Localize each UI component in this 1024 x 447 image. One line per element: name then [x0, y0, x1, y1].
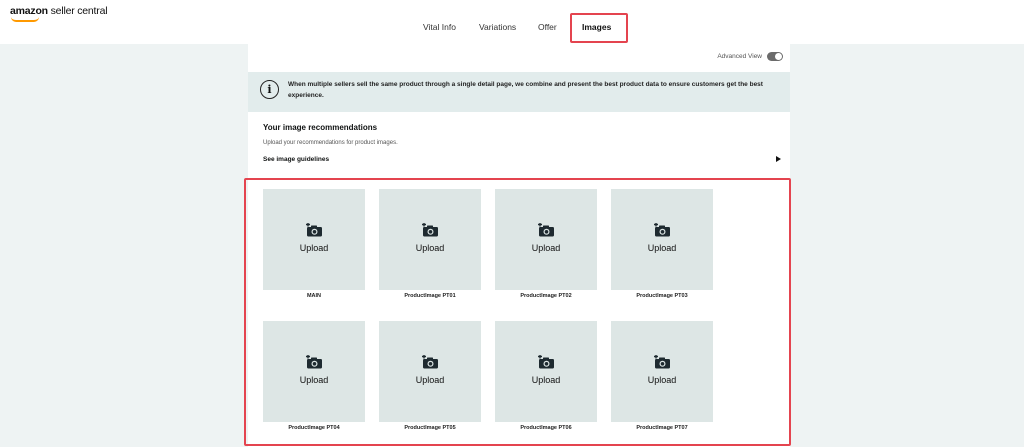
- camera-plus-icon: [653, 222, 671, 237]
- image-slot[interactable]: Upload ProductImage PT01: [379, 189, 481, 299]
- upload-label: Upload: [647, 375, 677, 385]
- camera-plus-icon: [537, 222, 555, 237]
- image-slot[interactable]: Upload ProductImage PT03: [611, 189, 713, 299]
- image-slot[interactable]: Upload ProductImage PT04: [263, 321, 365, 431]
- listing-tabs: Vital Info Variations Offer Images: [0, 14, 1024, 44]
- top-bar: amazon seller central Vital Info Variati…: [0, 0, 1024, 44]
- tab-variations[interactable]: Variations: [479, 22, 516, 32]
- camera-plus-icon: [653, 354, 671, 369]
- slot-label: ProductImage PT01: [404, 293, 456, 299]
- upload-tile[interactable]: Upload: [611, 321, 713, 422]
- advanced-view: Advanced View: [717, 52, 783, 61]
- upload-tile[interactable]: Upload: [263, 321, 365, 422]
- upload-label: Upload: [415, 375, 445, 385]
- slot-label: ProductImage PT06: [520, 425, 572, 431]
- advanced-view-label: Advanced View: [717, 53, 762, 60]
- info-icon: i: [260, 80, 279, 99]
- slot-label: MAIN: [306, 293, 322, 299]
- tab-offer[interactable]: Offer: [538, 22, 557, 32]
- advanced-view-toggle[interactable]: [767, 52, 783, 61]
- image-slot[interactable]: Upload MAIN: [263, 189, 365, 299]
- upload-label: Upload: [415, 243, 445, 253]
- camera-plus-icon: [421, 354, 439, 369]
- upload-tile[interactable]: Upload: [379, 189, 481, 290]
- slot-label: ProductImage PT04: [288, 425, 340, 431]
- slot-label: ProductImage PT03: [636, 293, 688, 299]
- recommendations-subtitle: Upload your recommendations for product …: [263, 140, 398, 146]
- image-slot[interactable]: Upload ProductImage PT05: [379, 321, 481, 431]
- tab-vital-info[interactable]: Vital Info: [423, 22, 456, 32]
- upload-label: Upload: [531, 375, 561, 385]
- info-notice: i When multiple sellers sell the same pr…: [248, 72, 790, 112]
- image-guidelines-link[interactable]: See image guidelines: [263, 156, 329, 163]
- camera-plus-icon: [305, 222, 323, 237]
- recommendations-title: Your image recommendations: [263, 123, 378, 132]
- slot-label: ProductImage PT07: [636, 425, 688, 431]
- upload-tile[interactable]: Upload: [495, 189, 597, 290]
- image-slot[interactable]: Upload ProductImage PT02: [495, 189, 597, 299]
- camera-plus-icon: [537, 354, 555, 369]
- camera-plus-icon: [421, 222, 439, 237]
- upload-tile[interactable]: Upload: [263, 189, 365, 290]
- upload-tile[interactable]: Upload: [379, 321, 481, 422]
- slot-label: ProductImage PT05: [404, 425, 456, 431]
- upload-label: Upload: [647, 243, 677, 253]
- upload-tile[interactable]: Upload: [611, 189, 713, 290]
- upload-label: Upload: [299, 375, 329, 385]
- camera-plus-icon: [305, 354, 323, 369]
- upload-label: Upload: [299, 243, 329, 253]
- image-slot[interactable]: Upload ProductImage PT07: [611, 321, 713, 431]
- upload-tile[interactable]: Upload: [495, 321, 597, 422]
- upload-label: Upload: [531, 243, 561, 253]
- image-slot[interactable]: Upload ProductImage PT06: [495, 321, 597, 431]
- images-tab-highlight: [570, 13, 628, 43]
- expand-arrow-icon[interactable]: [776, 156, 781, 162]
- slot-label: ProductImage PT02: [520, 293, 572, 299]
- notice-text: When multiple sellers sell the same prod…: [288, 81, 763, 99]
